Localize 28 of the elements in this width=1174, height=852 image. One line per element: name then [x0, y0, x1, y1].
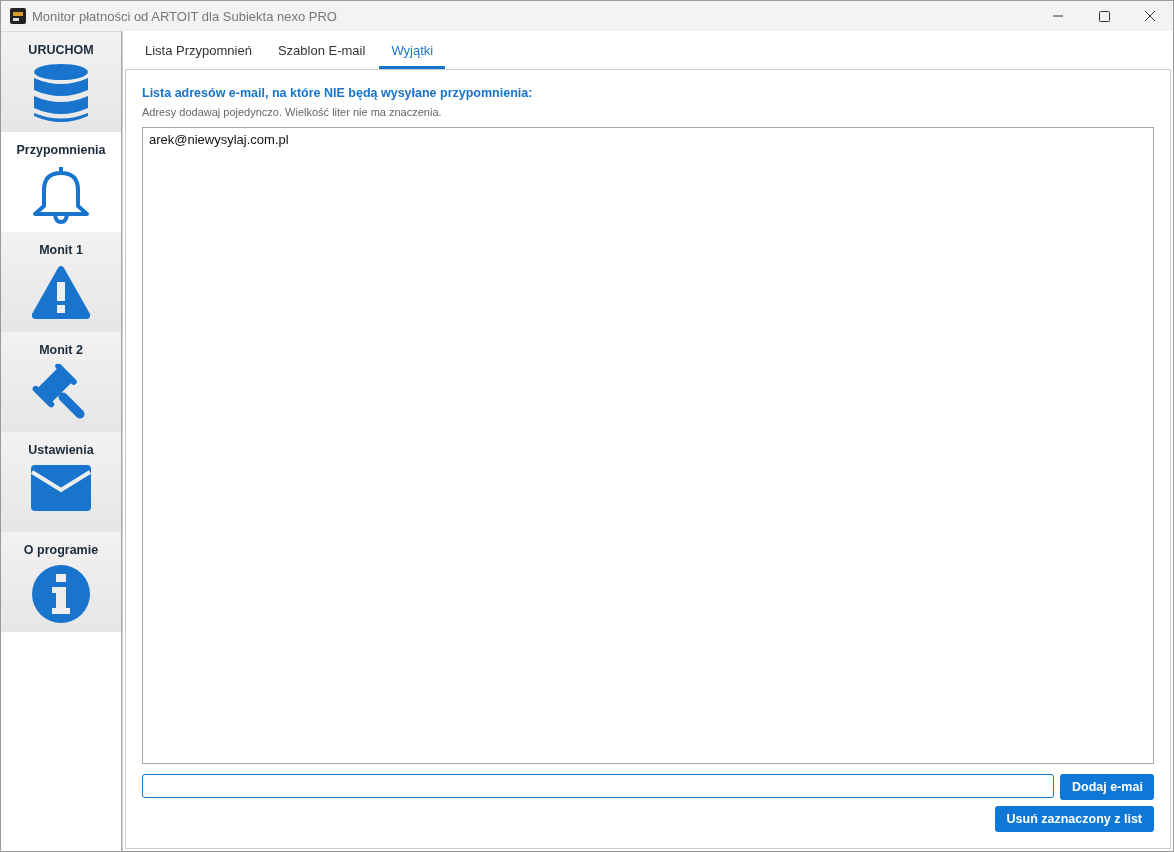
remove-selected-button[interactable]: Usuń zaznaczony z list	[994, 806, 1154, 832]
tab[interactable]: Lista Przypomnień	[133, 31, 264, 69]
email-input[interactable]	[142, 774, 1054, 798]
envelope-icon	[30, 464, 92, 512]
email-list[interactable]: arek@niewysylaj.com.pl	[142, 127, 1154, 764]
warning-icon	[30, 264, 92, 320]
sidebar-item-label: URUCHOM	[28, 43, 94, 57]
sidebar-item[interactable]: Monit 1	[1, 232, 121, 332]
sidebar-item[interactable]: Monit 2	[1, 332, 121, 432]
window-title: Monitor płatności od ARTOIT dla Subiekta nexo PRO	[32, 8, 337, 24]
sidebar-item[interactable]: URUCHOM	[1, 32, 121, 132]
info-icon	[31, 564, 91, 624]
sidebar-item-label: Przypomnienia	[16, 143, 106, 157]
bell-icon	[32, 164, 90, 226]
section-heading: Lista adresów e-mail, na które NIE będą wysyłane przypomnienia:	[142, 86, 534, 100]
app-icon	[10, 8, 26, 24]
sidebar-item[interactable]: O programie	[1, 532, 121, 632]
sidebar-item[interactable]: Ustawienia	[1, 432, 121, 532]
list-item[interactable]: arek@niewysylaj.com.pl	[149, 132, 1147, 147]
tab[interactable]: Szablon E-mail	[265, 31, 378, 69]
sidebar-item-label: Monit 1	[39, 243, 83, 257]
add-email-button[interactable]: Dodaj e-mai	[1060, 774, 1154, 800]
sidebar-item-label: O programie	[23, 543, 99, 557]
sidebar-item-label: Ustawienia	[28, 443, 94, 457]
database-icon	[33, 64, 89, 124]
hint-text: Adresy dodawaj pojedynczo. Wielkość liter nie ma znaczenia.	[142, 106, 443, 118]
sidebar-item-label: Monit 2	[39, 343, 83, 357]
tab[interactable]: Wyjątki	[379, 31, 446, 69]
